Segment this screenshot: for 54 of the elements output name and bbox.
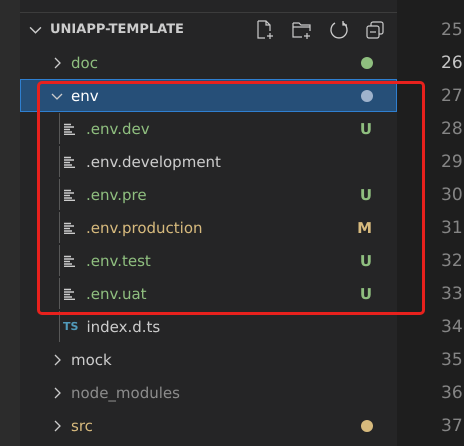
git-status: U (360, 120, 372, 138)
lines-icon (64, 222, 76, 234)
lines-icon (64, 254, 76, 266)
item-name: .env.production (86, 218, 203, 236)
item-name: env (71, 86, 99, 104)
tree-item[interactable]: .env.dev U (20, 112, 397, 145)
item-name: index.d.ts (86, 318, 160, 336)
item-name: node_modules (71, 384, 180, 402)
line-number: 36 (441, 382, 464, 404)
new-folder-icon[interactable] (291, 20, 313, 40)
line-number: 34 (441, 316, 464, 338)
git-status: M (357, 218, 372, 236)
item-name: .env.uat (86, 284, 147, 302)
new-file-icon[interactable] (255, 20, 275, 40)
tree-item[interactable]: .env.pre U (20, 178, 397, 211)
item-name: .env.dev (86, 120, 150, 138)
lines-icon (64, 122, 76, 134)
tree-item[interactable]: mock (20, 343, 397, 376)
item-name: mock (71, 350, 112, 368)
refresh-icon[interactable] (329, 20, 349, 40)
line-number: 26 (441, 52, 464, 74)
line-number: 27 (441, 84, 464, 108)
tree-item[interactable]: .env.test U (20, 244, 397, 277)
tree-item[interactable]: node_modules (20, 376, 397, 409)
item-name: .env.pre (86, 186, 147, 204)
git-status: U (360, 284, 372, 302)
line-number: 32 (441, 250, 464, 272)
line-number: 31 (441, 216, 464, 240)
item-name: .env.development (86, 152, 221, 170)
line-number: 29 (441, 150, 464, 174)
workspace-title: UNIAPP-TEMPLATE (50, 22, 184, 37)
line-number: 33 (441, 282, 464, 306)
item-name: src (71, 416, 93, 434)
tree-item[interactable]: doc (20, 46, 397, 79)
line-number: 37 (441, 414, 464, 438)
line-number: 28 (441, 118, 464, 140)
lines-icon (64, 156, 76, 168)
lines-icon (64, 288, 76, 300)
git-status: U (360, 186, 372, 204)
line-number: 30 (441, 184, 464, 206)
lines-icon (64, 188, 76, 200)
tree-item[interactable]: .env.development (20, 145, 397, 178)
tree-item[interactable]: TS index.d.ts (20, 310, 397, 343)
item-name: doc (71, 54, 98, 72)
tree-item[interactable]: src (20, 409, 397, 442)
item-name: .env.test (86, 252, 151, 270)
collapse-all-icon[interactable] (365, 20, 385, 40)
git-status: U (360, 252, 372, 270)
tree-item[interactable]: env (20, 79, 397, 112)
tree-item[interactable]: .env.uat U (20, 277, 397, 310)
typescript-icon: TS (63, 320, 78, 333)
line-number: 25 (441, 18, 464, 42)
tree-item[interactable]: .env.production M (20, 211, 397, 244)
line-number: 35 (441, 348, 464, 372)
